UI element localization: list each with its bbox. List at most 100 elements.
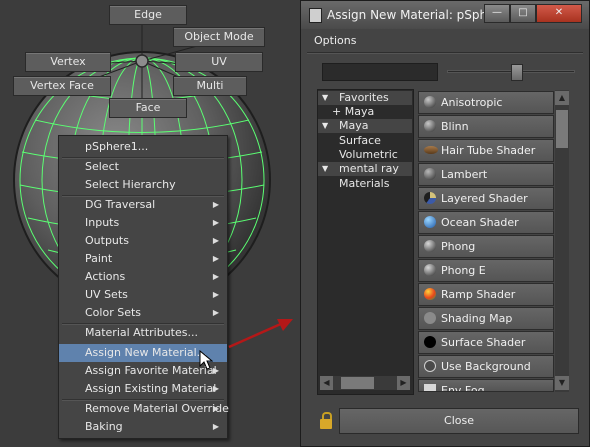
hotbox-multi[interactable]: Multi	[173, 76, 247, 96]
scroll-thumb[interactable]	[341, 377, 374, 389]
material-label: Env Fog	[441, 384, 485, 392]
mouse-cursor-icon	[199, 350, 213, 370]
tree-item-maya[interactable]: Maya	[339, 119, 368, 133]
material-button-phong[interactable]: Phong	[418, 235, 554, 258]
material-button-env-fog[interactable]: Env Fog	[418, 379, 554, 392]
collapse-arrow-icon[interactable]: ▼	[322, 91, 328, 105]
scroll-up-icon[interactable]: ▲	[555, 91, 569, 105]
tree-item-volumetric[interactable]: Volumetric	[339, 148, 398, 162]
material-button-shading-map[interactable]: Shading Map	[418, 307, 554, 330]
close-button[interactable]: Close	[339, 408, 579, 434]
menu-item-label: Outputs	[85, 234, 129, 247]
search-field[interactable]	[322, 63, 438, 81]
submenu-arrow-icon: ▶	[212, 236, 219, 245]
submenu-arrow-icon: ▶	[212, 290, 219, 299]
dialog-titlebar[interactable]: Assign New Material: pSphe... — □ ✕	[301, 1, 589, 29]
hotbox-object-mode[interactable]: Object Mode	[173, 27, 265, 47]
menu-item-label: Remove Material Override	[85, 402, 229, 415]
shading-map-icon	[424, 312, 436, 324]
material-button-surface-shader[interactable]: Surface Shader	[418, 331, 554, 354]
use-background-icon	[424, 360, 436, 372]
menu-item-baking[interactable]: Baking ▶	[85, 418, 225, 436]
phong-e-icon	[424, 264, 436, 276]
menu-item-color-sets[interactable]: Color Sets ▶	[85, 304, 225, 322]
phong-icon	[424, 240, 436, 252]
menu-item-label: Paint	[85, 252, 113, 265]
menu-item-assign-existing-material[interactable]: Assign Existing Material ▶	[85, 380, 225, 398]
material-button-lambert[interactable]: Lambert	[418, 163, 554, 186]
category-tree[interactable]: ▼ Favorites + Maya ▼ Maya Surface Volume…	[317, 89, 414, 395]
submenu-arrow-icon: ▶	[212, 308, 219, 317]
tree-item-materials[interactable]: Materials	[339, 177, 389, 191]
ramp-shader-icon	[424, 288, 436, 300]
menu-item-select[interactable]: Select	[85, 158, 225, 176]
maximize-button[interactable]: □	[510, 4, 536, 23]
hotbox-vertex[interactable]: Vertex	[25, 52, 111, 72]
menu-item-paint[interactable]: Paint ▶	[85, 250, 225, 268]
env-fog-icon	[424, 384, 436, 391]
maya-app-icon	[309, 8, 322, 23]
collapse-arrow-icon[interactable]: ▼	[322, 162, 328, 176]
menu-object-name: pSphere1...	[85, 140, 149, 153]
surface-shader-icon	[424, 336, 436, 348]
icon-size-slider[interactable]	[447, 64, 575, 81]
close-window-button[interactable]: ✕	[536, 4, 582, 23]
hotbox-vertex-face[interactable]: Vertex Face	[13, 76, 111, 96]
scroll-thumb[interactable]	[556, 110, 568, 148]
submenu-arrow-icon: ▶	[212, 384, 219, 393]
menu-item-inputs[interactable]: Inputs ▶	[85, 214, 225, 232]
hotbox-edge[interactable]: Edge	[109, 5, 187, 25]
menu-item-remove-material-override[interactable]: Remove Material Override ▶	[85, 400, 229, 418]
submenu-arrow-icon: ▶	[212, 366, 219, 375]
material-button-ramp-shader[interactable]: Ramp Shader	[418, 283, 554, 306]
menu-item-label: Actions	[85, 270, 126, 283]
menu-item-uv-sets[interactable]: UV Sets ▶	[85, 286, 225, 304]
hotbox-face[interactable]: Face	[109, 98, 187, 118]
scroll-right-icon[interactable]: ▶	[397, 376, 410, 390]
anisotropic-icon	[424, 96, 436, 108]
dialog-title: Assign New Material: pSphe...	[327, 8, 506, 22]
material-scrollbar[interactable]: ▲ ▼	[555, 90, 569, 392]
menu-item-outputs[interactable]: Outputs ▶	[85, 232, 225, 250]
material-label: Phong E	[441, 264, 486, 277]
menu-item-label: UV Sets	[85, 288, 128, 301]
ocean-shader-icon	[424, 216, 436, 228]
material-button-ocean-shader[interactable]: Ocean Shader	[418, 211, 554, 234]
submenu-arrow-icon: ▶	[212, 254, 219, 263]
collapse-arrow-icon[interactable]: ▼	[322, 119, 328, 133]
minimize-button[interactable]: —	[484, 4, 510, 23]
slider-thumb[interactable]	[511, 64, 523, 81]
blinn-icon	[424, 120, 436, 132]
material-label: Ramp Shader	[441, 288, 516, 301]
material-button-layered-shader[interactable]: Layered Shader	[418, 187, 554, 210]
tree-item-mental-ray[interactable]: mental ray	[339, 162, 399, 176]
menu-item-actions[interactable]: Actions ▶	[85, 268, 225, 286]
tree-horizontal-scrollbar[interactable]: ◀ ▶	[320, 376, 410, 390]
tree-item-favorites[interactable]: Favorites	[339, 91, 389, 105]
submenu-arrow-icon: ▶	[212, 200, 219, 209]
material-button-hair-tube-shader[interactable]: Hair Tube Shader	[418, 139, 554, 162]
material-label: Ocean Shader	[441, 216, 519, 229]
material-button-use-background[interactable]: Use Background	[418, 355, 554, 378]
lambert-icon	[424, 168, 436, 180]
material-button-anisotropic[interactable]: Anisotropic	[418, 91, 554, 114]
viewport-panel[interactable]: Edge Object Mode Vertex UV Vertex Face M…	[0, 0, 300, 447]
layered-shader-icon	[424, 192, 436, 204]
options-menu[interactable]: Options	[314, 34, 356, 47]
scroll-left-icon[interactable]: ◀	[320, 376, 333, 390]
menu-item-material-attributes[interactable]: Material Attributes...	[85, 324, 225, 342]
menu-item-label: Color Sets	[85, 306, 142, 319]
submenu-arrow-icon: ▶	[212, 272, 219, 281]
tree-item-favorites-maya[interactable]: + Maya	[332, 105, 374, 119]
material-button-phong-e[interactable]: Phong E	[418, 259, 554, 282]
menu-item-label: DG Traversal	[85, 198, 156, 211]
context-menu: pSphere1... Select Select Hierarchy DG T…	[58, 135, 229, 439]
material-label: Lambert	[441, 168, 488, 181]
material-button-blinn[interactable]: Blinn	[418, 115, 554, 138]
menu-item-dg-traversal[interactable]: DG Traversal ▶	[85, 196, 225, 214]
hotbox-uv[interactable]: UV	[175, 52, 263, 72]
lock-icon[interactable]	[320, 412, 332, 429]
menu-item-select-hierarchy[interactable]: Select Hierarchy	[85, 176, 225, 194]
tree-item-surface[interactable]: Surface	[339, 134, 381, 148]
scroll-down-icon[interactable]: ▼	[555, 376, 569, 390]
